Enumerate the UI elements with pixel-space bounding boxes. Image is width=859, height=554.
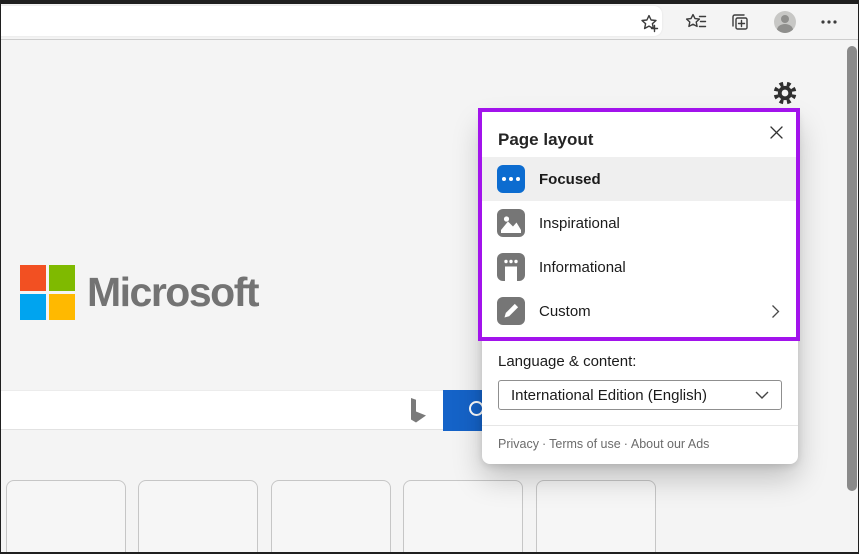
search-button[interactable] <box>443 390 482 431</box>
language-section: Language & content: International Editio… <box>482 333 798 410</box>
layout-option-label: Informational <box>539 258 626 276</box>
avatar-head <box>781 15 789 23</box>
add-favorite-star-icon[interactable] <box>638 12 660 34</box>
magnifier-icon <box>469 401 482 416</box>
layout-option-inspirational[interactable]: Inspirational <box>482 201 798 245</box>
about-ads-link[interactable]: About our Ads <box>631 437 710 451</box>
layout-option-custom[interactable]: Custom <box>482 289 798 333</box>
page-settings-gear-icon[interactable] <box>771 79 799 107</box>
privacy-link[interactable]: Privacy <box>498 437 539 451</box>
page-layout-popup: Page layout Focused Inspirational Inform… <box>482 112 798 464</box>
link-separator: · <box>623 437 628 451</box>
link-separator: · <box>541 437 547 451</box>
chevron-right-icon <box>771 304 780 324</box>
terms-link[interactable]: Terms of use <box>549 437 621 451</box>
address-bar[interactable] <box>0 6 662 36</box>
avatar-body <box>777 24 793 33</box>
layout-option-informational[interactable]: Informational <box>482 245 798 289</box>
window-frame-top <box>0 0 859 4</box>
close-icon[interactable] <box>767 123 785 141</box>
settings-menu-ellipsis-icon[interactable] <box>818 11 840 33</box>
language-dropdown-value: International Edition (English) <box>511 386 707 404</box>
window-frame-left <box>0 0 1 554</box>
bing-logo-icon <box>406 398 428 430</box>
layout-option-label: Custom <box>539 302 591 320</box>
news-header-icon <box>497 253 525 281</box>
language-dropdown[interactable]: International Edition (English) <box>498 380 782 410</box>
logo-square-green <box>49 265 75 291</box>
profile-avatar-icon[interactable] <box>774 11 796 33</box>
logo-square-blue <box>20 294 46 320</box>
layout-option-label: Inspirational <box>539 214 620 232</box>
microsoft-logo: Microsoft <box>20 265 260 320</box>
favorites-icon[interactable] <box>685 11 707 33</box>
scrollbar-thumb[interactable] <box>847 46 857 491</box>
quick-link-card[interactable] <box>403 480 523 554</box>
quick-link-card[interactable] <box>536 480 656 554</box>
popup-header: Page layout <box>482 112 798 157</box>
microsoft-logo-text: Microsoft <box>87 269 260 315</box>
quick-link-card[interactable] <box>138 480 258 554</box>
pencil-icon <box>497 297 525 325</box>
image-mountains-icon <box>497 209 525 237</box>
logo-square-yellow <box>49 294 75 320</box>
popup-title: Page layout <box>498 130 594 149</box>
chevron-down-icon <box>755 391 769 399</box>
logo-square-red <box>20 265 46 291</box>
layout-option-focused[interactable]: Focused <box>482 157 798 201</box>
footer-links: Privacy · Terms of use · About our Ads <box>482 426 798 462</box>
search-input[interactable] <box>0 390 443 430</box>
focused-dots-icon <box>497 165 525 193</box>
layout-option-label: Focused <box>539 170 601 188</box>
browser-window: Microsoft Page layout Focused Inspiratio… <box>0 0 859 554</box>
quick-link-card[interactable] <box>6 480 126 554</box>
quick-link-card[interactable] <box>271 480 391 554</box>
browser-toolbar <box>0 4 859 40</box>
language-label: Language & content: <box>498 353 637 370</box>
microsoft-logo-squares <box>20 265 75 320</box>
collections-icon[interactable] <box>729 11 751 33</box>
